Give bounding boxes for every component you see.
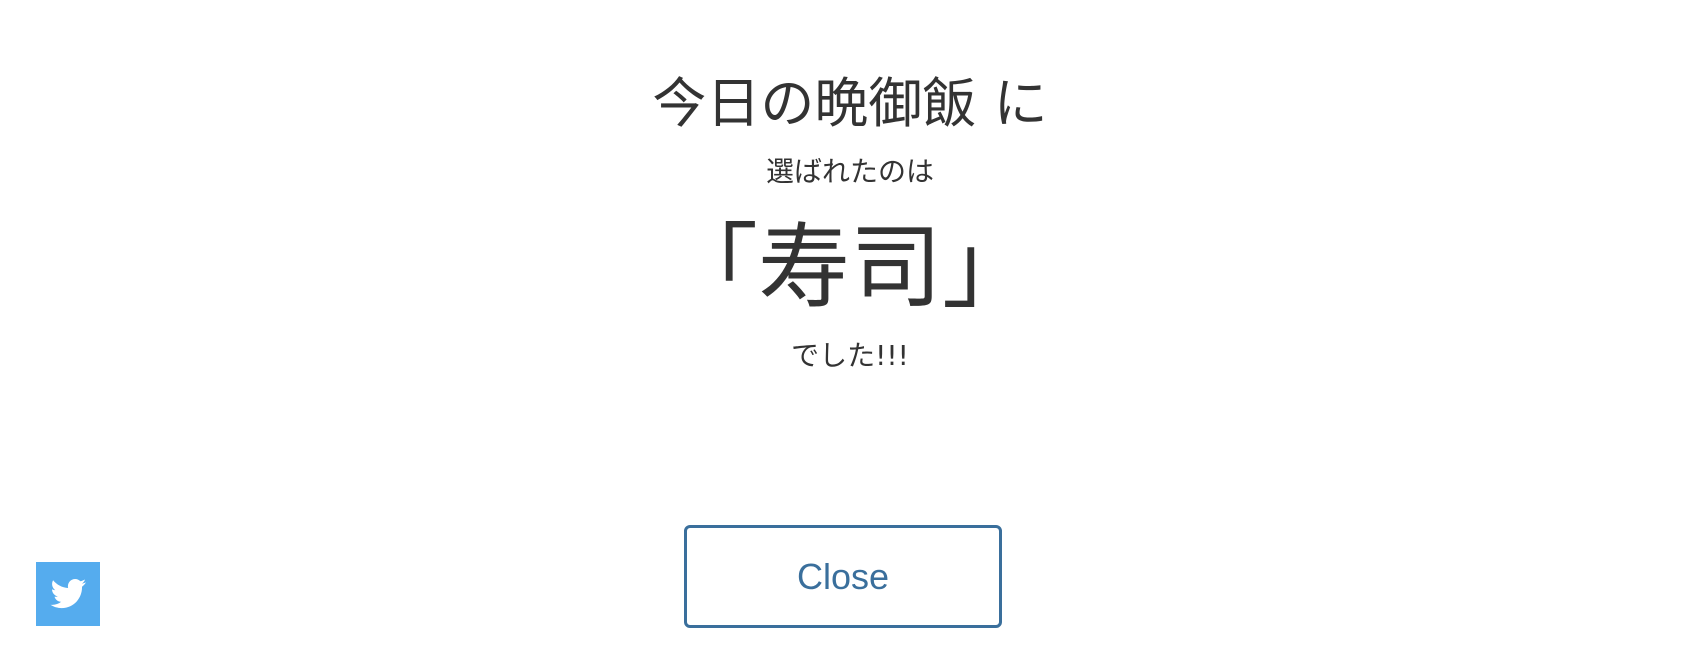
twitter-share-button[interactable] [36,562,100,626]
result-suffix: でした!!! [791,339,909,372]
selected-result: 「寿司」 [665,214,1034,321]
dialog-subtitle: 選ばれたのは [765,155,934,188]
result-dialog: 今日の晩御飯 に 選ばれたのは 「寿司」 でした!!! Close [0,0,1700,664]
dialog-title: 今日の晩御飯 に [652,72,1048,135]
twitter-icon [36,562,100,626]
close-button[interactable]: Close [684,525,1002,628]
